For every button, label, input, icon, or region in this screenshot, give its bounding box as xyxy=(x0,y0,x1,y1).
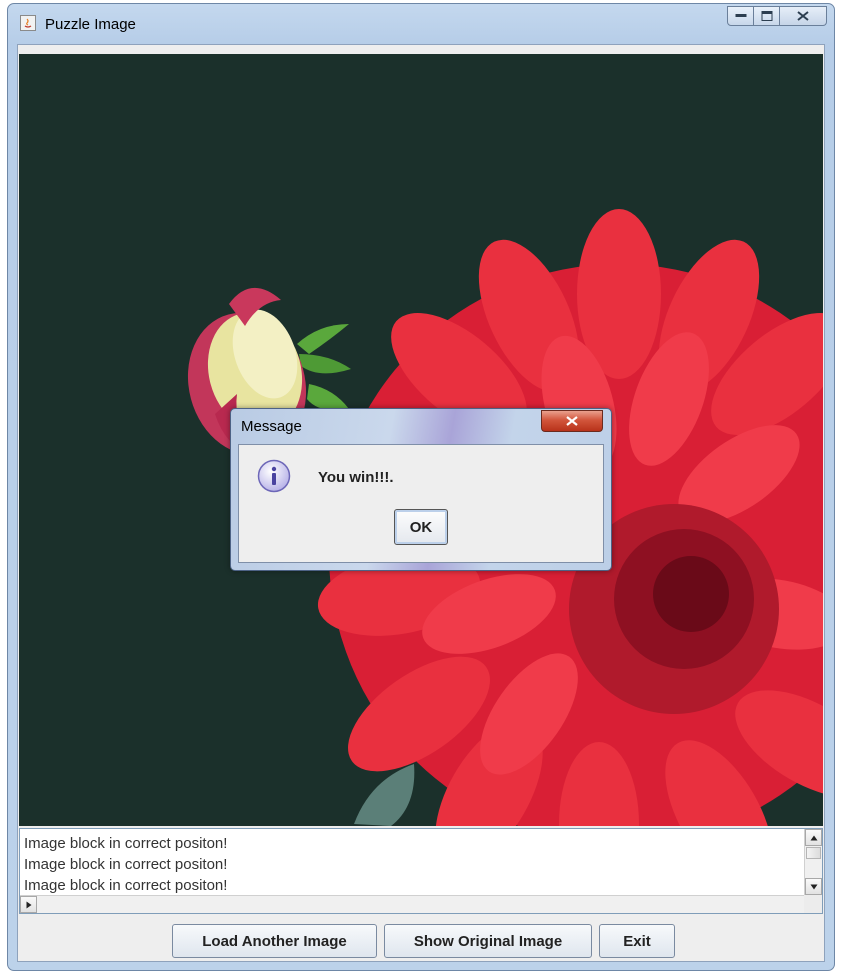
arrow-up-icon xyxy=(810,835,817,840)
scroll-down-button[interactable] xyxy=(805,878,822,895)
log-line: Image block in correct positon! xyxy=(24,877,228,894)
java-app-icon xyxy=(20,15,36,31)
window-controls xyxy=(727,6,827,26)
exit-button[interactable]: Exit xyxy=(599,924,675,958)
close-button[interactable] xyxy=(780,6,827,26)
dialog-title[interactable]: Message xyxy=(241,418,302,435)
info-icon xyxy=(257,459,291,493)
scroll-right-button[interactable] xyxy=(20,896,37,913)
load-another-image-button[interactable]: Load Another Image xyxy=(172,924,377,958)
dialog-message: You win!!!. xyxy=(318,469,394,486)
minimize-button[interactable] xyxy=(727,6,754,26)
show-original-image-button[interactable]: Show Original Image xyxy=(384,924,592,958)
log-line: Image block in correct positon! xyxy=(24,835,228,852)
arrow-down-icon xyxy=(810,884,817,889)
log-line: Image block in correct positon! xyxy=(24,856,228,873)
scroll-up-button[interactable] xyxy=(805,829,822,846)
dialog-close-button[interactable] xyxy=(541,410,603,432)
vertical-scroll-thumb[interactable] xyxy=(806,847,821,859)
window-title: Puzzle Image xyxy=(45,16,136,33)
button-bar: Load Another Image Show Original Image E… xyxy=(18,924,826,960)
dialog-body: You win!!!. OK xyxy=(238,444,604,563)
ok-button[interactable]: OK xyxy=(394,509,448,545)
close-icon xyxy=(566,416,578,426)
arrow-right-icon xyxy=(26,901,31,908)
minimize-icon xyxy=(735,14,746,17)
close-icon xyxy=(797,11,809,21)
log-text-area[interactable]: Image block in correct positon! Image bl… xyxy=(19,828,823,914)
message-dialog: Message You win!!!. OK xyxy=(230,408,612,571)
horizontal-scrollbar[interactable] xyxy=(20,895,804,913)
maximize-button[interactable] xyxy=(754,6,780,26)
title-bar[interactable]: Puzzle Image xyxy=(8,4,834,44)
scroll-corner xyxy=(804,895,822,913)
maximize-icon xyxy=(761,11,772,21)
vertical-scrollbar[interactable] xyxy=(804,829,822,895)
log-lines: Image block in correct positon! Image bl… xyxy=(20,829,790,895)
